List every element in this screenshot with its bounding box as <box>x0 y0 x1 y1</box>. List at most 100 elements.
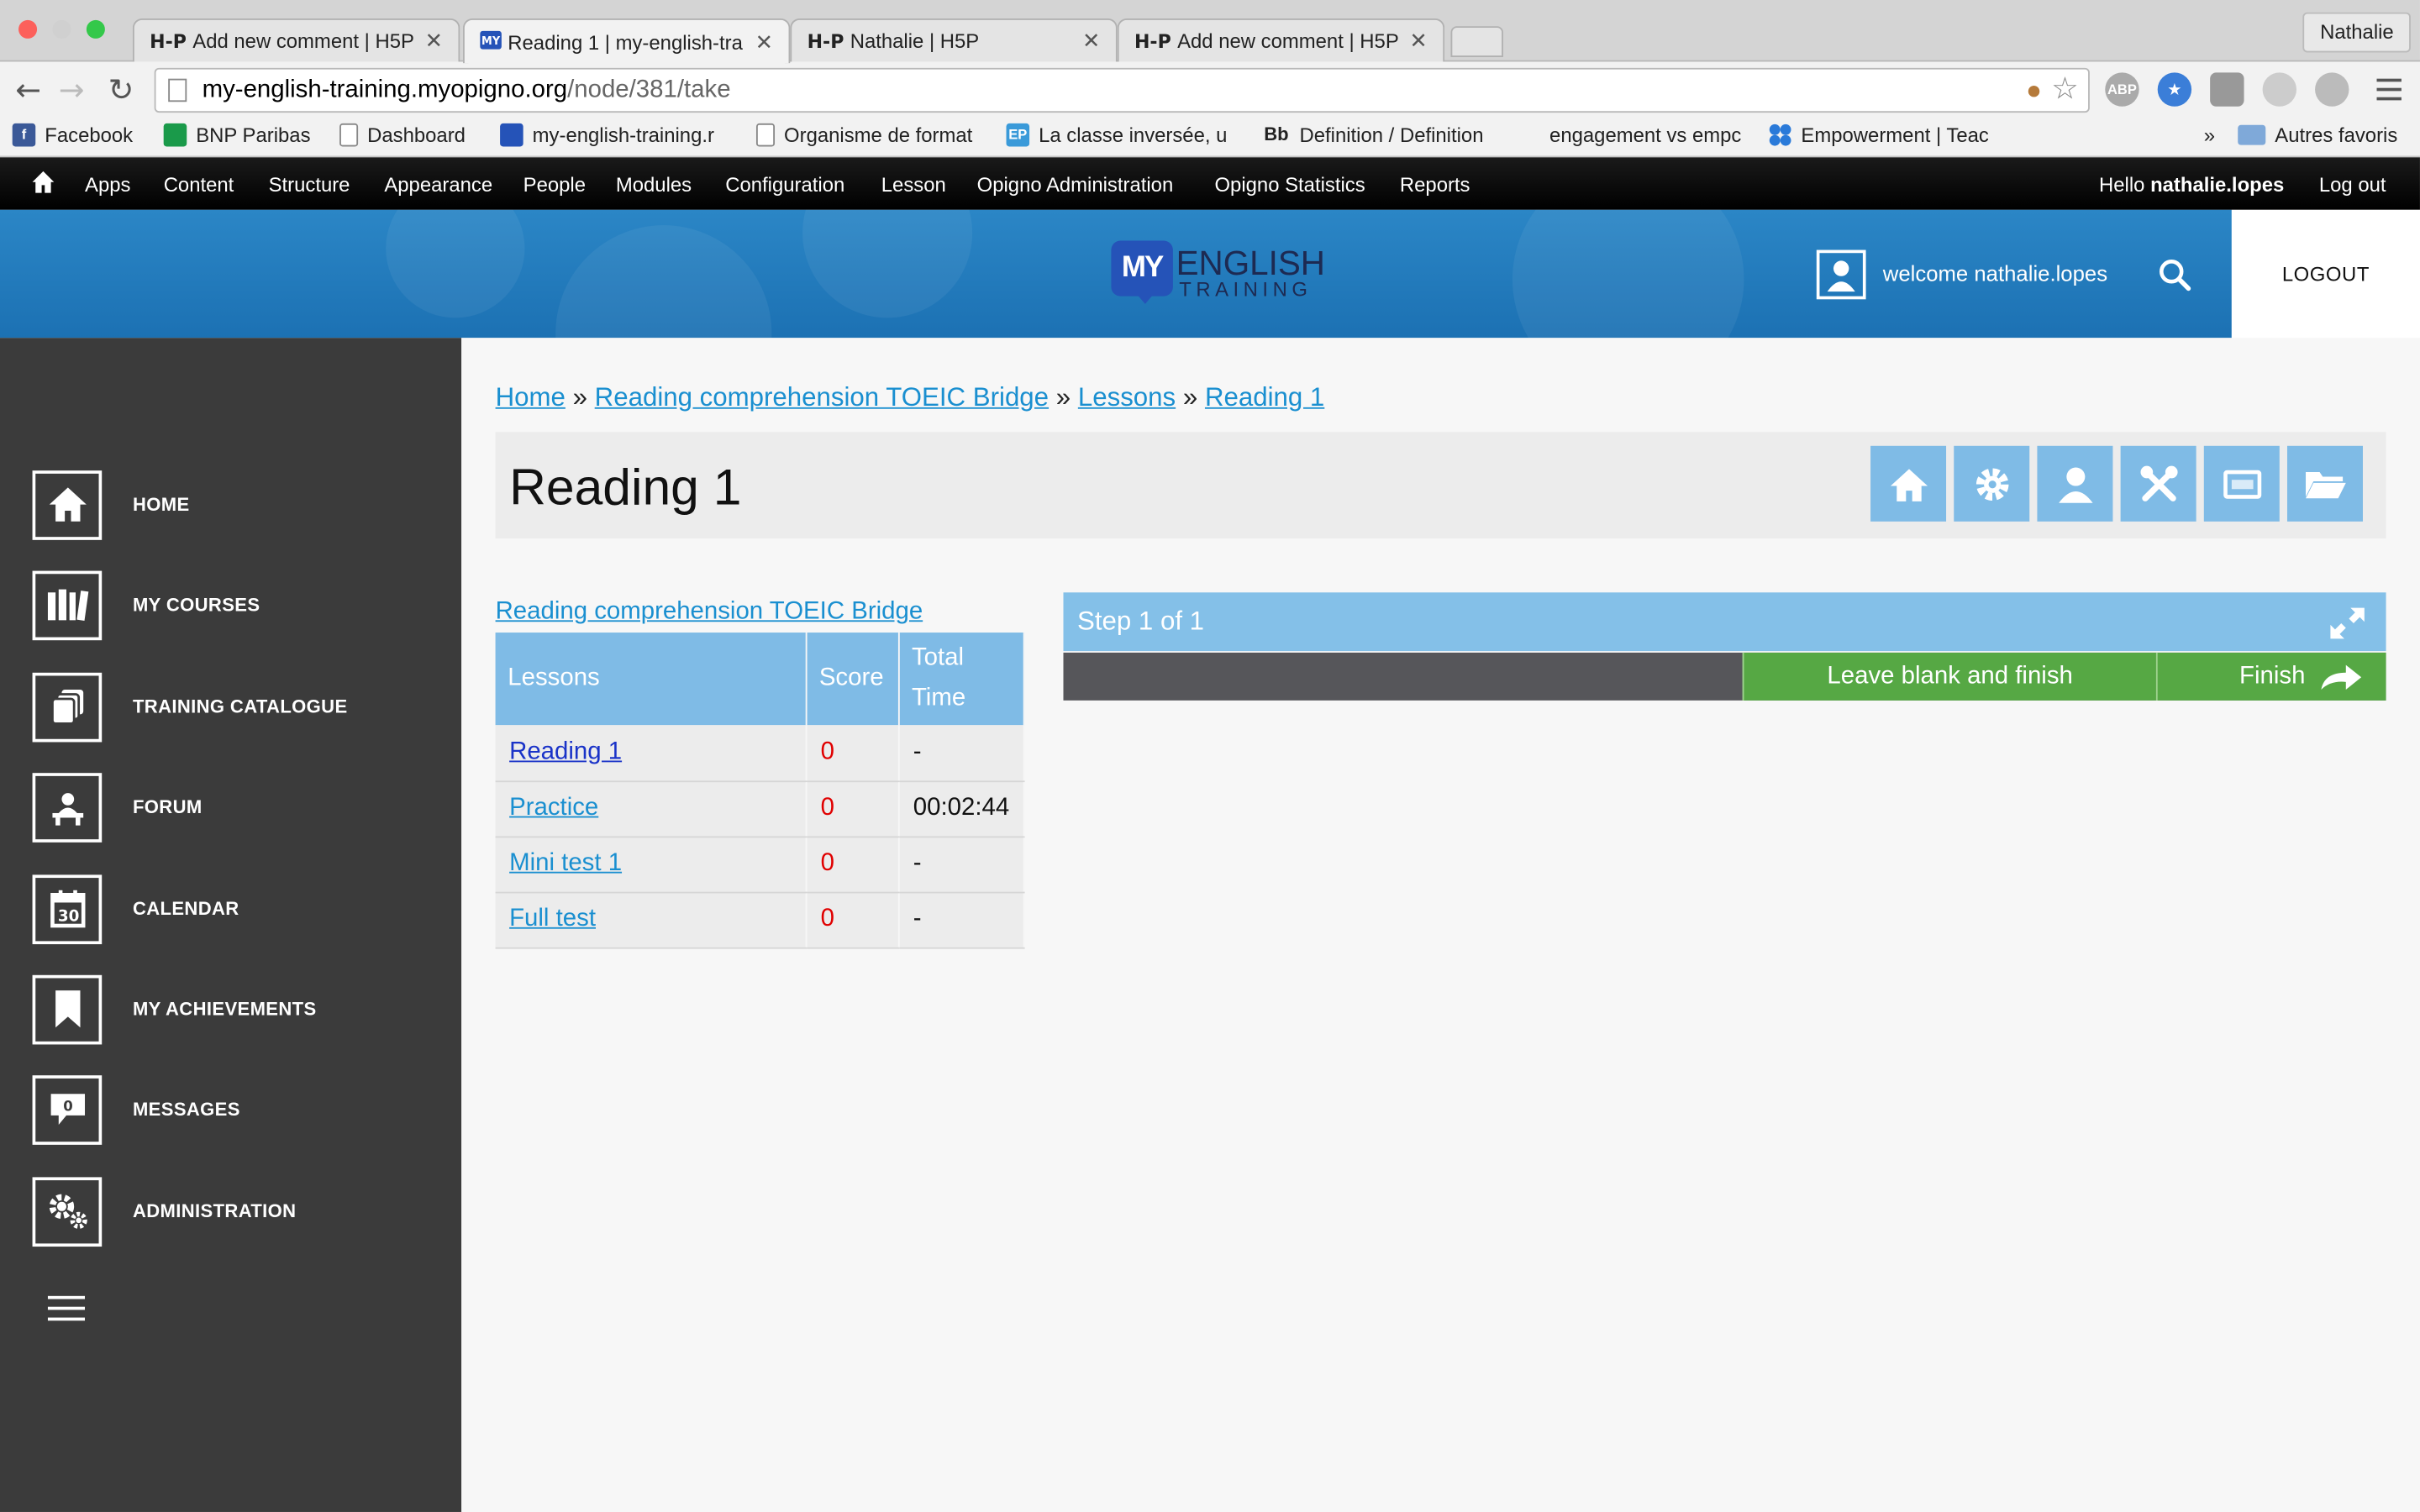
header-decoration <box>1512 209 1744 339</box>
forward-arrow-icon[interactable]: → <box>59 74 85 105</box>
lesson-name-cell: Reading 1 <box>495 725 808 782</box>
title-screen-button[interactable] <box>2203 445 2280 522</box>
bookmarks-more-button[interactable]: » <box>2204 123 2215 147</box>
browser-menu-icon[interactable] <box>2376 78 2402 101</box>
breadcrumb-lessons[interactable]: Lessons <box>1078 383 1176 412</box>
site-favicon-icon: MY <box>480 29 502 54</box>
sidebar-item-messages[interactable]: 0 MESSAGES <box>32 1074 240 1144</box>
sidebar-item-forum[interactable]: FORUM <box>32 771 203 842</box>
admin-menu-appearance[interactable]: Appearance <box>384 173 492 197</box>
bookmark-definition[interactable]: Bb Definition / Definition <box>1262 123 1483 147</box>
bookmark-facebook[interactable]: f Facebook <box>12 123 133 147</box>
extension-square-icon[interactable] <box>2210 72 2244 107</box>
site-icon <box>500 123 523 147</box>
folder-icon <box>2305 471 2345 498</box>
finish-label: Finish <box>2239 663 2306 690</box>
header-logout-button[interactable]: LOGOUT <box>2231 209 2420 339</box>
cookie-blocked-icon[interactable]: ● <box>2026 70 2042 112</box>
gears-icon <box>32 1176 103 1247</box>
user-avatar-icon[interactable] <box>1816 249 1866 300</box>
breadcrumb-separator: » <box>1055 382 1071 412</box>
admin-menu-reports[interactable]: Reports <box>1400 173 1470 197</box>
adblock-extension-icon[interactable]: ABP <box>2105 72 2139 107</box>
table-row: Full test 0 - <box>495 891 1025 948</box>
close-tab-icon[interactable]: ✕ <box>755 29 774 55</box>
bookmark-classe-inversee[interactable]: EP La classe inversée, u <box>1006 123 1227 147</box>
admin-menu-structure[interactable]: Structure <box>269 173 350 197</box>
title-tools-button[interactable] <box>2120 445 2196 522</box>
browser-tab-active[interactable]: MY Reading 1 | my-english-tra ✕ <box>463 18 791 64</box>
browser-tab[interactable]: H-P Add new comment | H5P ✕ <box>1117 18 1445 62</box>
sidebar-item-home[interactable]: HOME <box>32 469 190 539</box>
bookmark-bnp[interactable]: BNP Paribas <box>163 123 311 147</box>
other-bookmarks-folder[interactable]: Autres favoris <box>2238 123 2397 146</box>
sidebar-item-calendar[interactable]: 30 CALENDAR <box>32 874 239 944</box>
lesson-link[interactable]: Practice <box>509 795 598 821</box>
admin-menu-configuration[interactable]: Configuration <box>725 173 844 197</box>
new-tab-button[interactable] <box>1450 26 1503 57</box>
messages-icon: 0 <box>32 1074 103 1144</box>
lesson-link[interactable]: Full test <box>509 906 596 932</box>
sidebar-item-my-achievements[interactable]: MY ACHIEVEMENTS <box>32 974 317 1044</box>
drive-extension-icon[interactable] <box>2262 72 2297 107</box>
close-tab-icon[interactable]: ✕ <box>1082 28 1101 54</box>
close-window-button[interactable] <box>18 19 38 39</box>
search-icon[interactable] <box>2158 258 2191 291</box>
bookmark-my-english[interactable]: my-english-training.r <box>500 123 714 147</box>
title-home-button[interactable] <box>1870 445 1947 522</box>
admin-menu-modules[interactable]: Modules <box>616 173 692 197</box>
leave-blank-and-finish-button[interactable]: Leave blank and finish <box>1742 652 2156 701</box>
breadcrumb-current[interactable]: Reading 1 <box>1205 383 1324 412</box>
lesson-link[interactable]: Mini test 1 <box>509 850 622 876</box>
title-users-button[interactable] <box>2037 445 2113 522</box>
site-logo[interactable]: MY ENGLISH TRAINING <box>1111 238 1327 308</box>
sidebar-item-label: MY ACHIEVEMENTS <box>132 998 317 1021</box>
zoom-window-button[interactable] <box>86 19 105 39</box>
sidebar-item-training-catalogue[interactable]: TRAINING CATALOGUE <box>32 671 348 742</box>
admin-menu-opigno-statistics[interactable]: Opigno Statistics <box>1214 173 1365 197</box>
minimize-window-button[interactable] <box>52 19 71 39</box>
bookmark-empowerment[interactable]: Empowerment | Teac <box>1769 123 1989 146</box>
admin-menu-lesson[interactable]: Lesson <box>881 173 946 197</box>
admin-menu-people[interactable]: People <box>523 173 586 197</box>
bookmark-engagement[interactable]: engagement vs empc <box>1549 123 1741 147</box>
lesson-link[interactable]: Reading 1 <box>509 738 622 764</box>
sidebar-item-administration[interactable]: ADMINISTRATION <box>32 1176 297 1247</box>
browser-toolbar: ← → ↻ my-english-training.myopigno.org/n… <box>0 61 2420 118</box>
bookmark-dashboard[interactable]: Dashboard <box>339 123 466 147</box>
admin-menu-apps[interactable]: Apps <box>85 173 130 197</box>
sidebar-item-my-courses[interactable]: MY COURSES <box>32 570 260 640</box>
arrow-right-icon <box>2321 664 2362 690</box>
admin-hello[interactable]: Hello nathalie.lopes <box>2099 173 2284 197</box>
finish-button[interactable]: Finish <box>2155 652 2386 701</box>
browser-tab[interactable]: H-P Add new comment | H5P ✕ <box>132 18 460 62</box>
close-tab-icon[interactable]: ✕ <box>1409 28 1428 54</box>
title-settings-button[interactable] <box>1954 445 2030 522</box>
breadcrumb-home[interactable]: Home <box>496 383 566 412</box>
course-title-link[interactable]: Reading comprehension TOEIC Bridge <box>496 599 923 627</box>
back-arrow-icon[interactable]: ← <box>15 74 41 105</box>
extension-star-icon[interactable]: ★ <box>2157 72 2192 107</box>
profile-button[interactable]: Nathalie <box>2302 12 2411 53</box>
tab-title: Add new comment | H5P <box>192 29 414 53</box>
admin-home-icon[interactable] <box>31 170 55 194</box>
admin-logout-link[interactable]: Log out <box>2319 173 2386 197</box>
breadcrumb-course[interactable]: Reading comprehension TOEIC Bridge <box>595 383 1049 412</box>
tab-title: Reading 1 | my-english-tra <box>508 29 743 54</box>
close-tab-icon[interactable]: ✕ <box>425 28 444 54</box>
title-folder-button[interactable] <box>2286 445 2363 522</box>
browser-tab[interactable]: H-P Nathalie | H5P ✕ <box>790 18 1118 62</box>
bookmark-organisme[interactable]: Organisme de format <box>755 123 972 147</box>
lesson-time: - <box>898 836 1025 893</box>
bookmark-star-icon[interactable]: ☆ <box>2051 70 2079 112</box>
sidebar-menu-toggle-icon[interactable] <box>47 1295 86 1329</box>
reload-icon[interactable]: ↻ <box>108 74 134 105</box>
svg-text:MY: MY <box>481 34 501 47</box>
admin-menu-content[interactable]: Content <box>164 173 234 197</box>
sidebar-item-label: FORUM <box>132 795 203 818</box>
admin-menu-opigno-administration[interactable]: Opigno Administration <box>977 173 1174 197</box>
address-bar[interactable]: my-english-training.myopigno.org/node/38… <box>154 67 2090 113</box>
fullscreen-icon[interactable] <box>2328 605 2368 642</box>
extension-swirl-icon[interactable] <box>2315 72 2349 107</box>
home-icon <box>1890 468 1928 501</box>
